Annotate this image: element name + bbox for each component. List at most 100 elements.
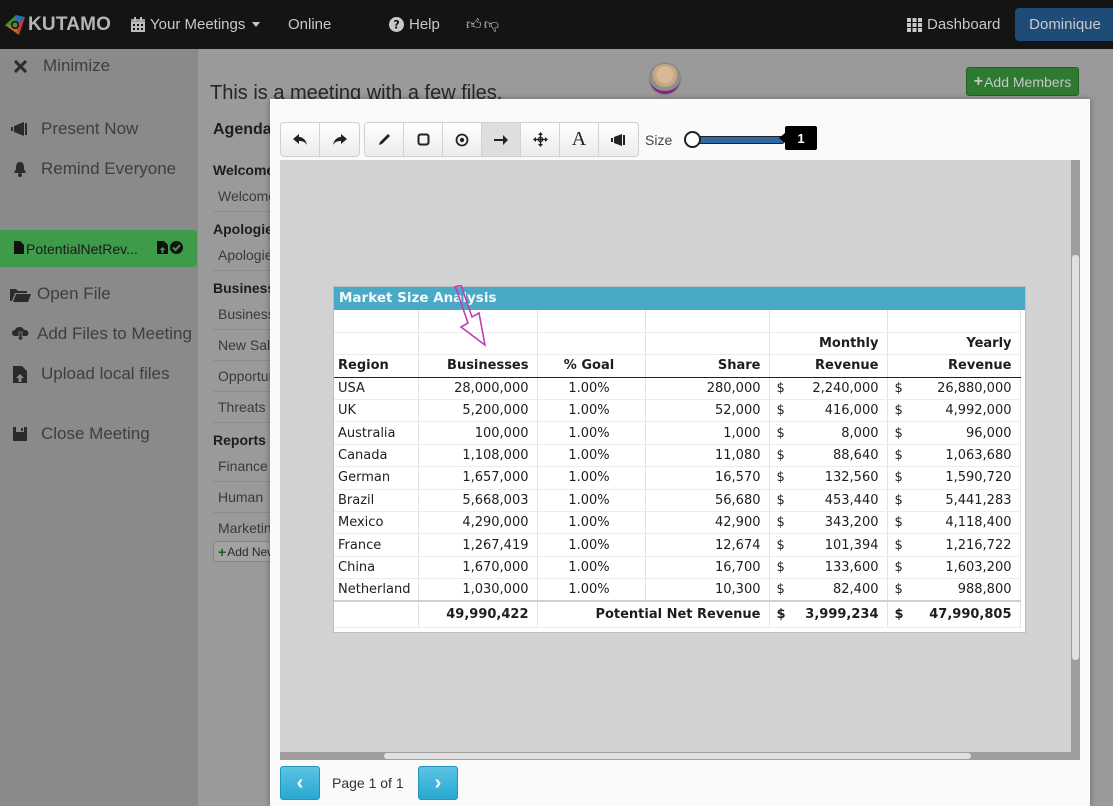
total-yearly: $47,990,805 [887, 600, 1021, 628]
plus-icon: + [218, 543, 227, 560]
redo-button[interactable] [320, 123, 359, 156]
thumbs-up-icon[interactable]: 👍︎ [466, 16, 482, 34]
add-new-label: Add New [227, 544, 273, 559]
brand-logo[interactable]: KUTAMO [4, 0, 111, 49]
file-upload-icon[interactable] [157, 240, 168, 257]
share-cell: 1,000 [645, 421, 770, 445]
pencil-tool-button[interactable] [365, 123, 404, 156]
add-new-agenda-button[interactable]: + Add New [213, 541, 273, 562]
header-cell [334, 332, 419, 356]
kutamo-logo-icon [5, 14, 25, 35]
agenda-item[interactable]: Threats [213, 392, 273, 423]
size-value-tooltip: 1 [779, 126, 817, 150]
agenda-item[interactable]: Marketing [213, 513, 273, 544]
check-circle-icon[interactable] [170, 240, 183, 257]
horizontal-scrollbar[interactable] [280, 752, 1080, 760]
monthly-revenue-cell: $453,440 [769, 489, 888, 513]
minimize-button[interactable]: Minimize [0, 51, 198, 81]
monthly-revenue-cell: $343,200 [769, 511, 888, 535]
share-cell: 10,300 [645, 578, 770, 602]
goal-cell: 1.00% [537, 533, 646, 557]
table-row: USA 28,000,000 1.00% 280,000 $2,240,000 $26,8… [334, 377, 1021, 401]
present-tool-button[interactable] [599, 123, 638, 156]
thumbs-down-icon[interactable]: 👎︎ [484, 16, 499, 34]
agenda-section-title[interactable]: Business [213, 277, 275, 299]
chevron-left-icon: ‹ [296, 771, 304, 794]
agenda-section-title[interactable]: Reports [213, 429, 273, 451]
header-cell: % Goal [537, 354, 646, 378]
agenda-item[interactable]: Human [213, 482, 273, 513]
region-cell: China [334, 556, 419, 580]
agenda-section-title[interactable]: Welcome [213, 159, 274, 181]
caret-down-icon [252, 22, 261, 27]
close-meeting-button[interactable]: Close Meeting [0, 419, 198, 449]
question-circle-icon: ? [389, 17, 404, 32]
businesses-cell: 1,267,419 [418, 533, 538, 557]
total-cell [334, 600, 419, 628]
undo-button[interactable] [281, 123, 320, 156]
businesses-cell: 1,657,000 [418, 466, 538, 490]
table-row: UK 5,200,000 1.00% 52,000 $416,000 $4,992,000 [334, 399, 1021, 423]
monthly-revenue-cell: $2,240,000 [769, 377, 888, 401]
businesses-cell: 4,290,000 [418, 511, 538, 535]
rectangle-tool-button[interactable] [404, 123, 443, 156]
size-slider[interactable] [684, 130, 788, 148]
pagination: ‹ Page 1 of 1 › [280, 766, 458, 800]
online-link[interactable]: Online [288, 0, 331, 49]
minimize-label: Minimize [43, 56, 111, 75]
share-cell: 16,570 [645, 466, 770, 490]
active-file-item[interactable]: PotentialNetRev... [0, 230, 197, 267]
share-cell: 12,674 [645, 533, 770, 557]
open-file-button[interactable]: Open File [0, 279, 198, 309]
agenda-item[interactable]: Welcome [213, 181, 273, 212]
businesses-cell: 1,030,000 [418, 578, 538, 602]
top-navbar: KUTAMO Your Meetings Online ? Help 👍︎ 👎︎… [0, 0, 1113, 49]
size-slider-handle[interactable] [684, 130, 702, 148]
horizontal-scrollbar-thumb[interactable] [384, 753, 971, 759]
agenda-item[interactable]: Business [213, 299, 273, 330]
monthly-revenue-cell: $8,000 [769, 421, 888, 445]
circle-tool-button[interactable] [443, 123, 482, 156]
agenda-item[interactable]: Apologies [213, 240, 273, 271]
undo-icon [293, 133, 307, 145]
businesses-cell: 1,670,000 [418, 556, 538, 580]
next-page-button[interactable]: › [418, 766, 458, 800]
participant-avatar[interactable] [650, 64, 680, 94]
vertical-scrollbar[interactable] [1071, 160, 1080, 758]
table-row: Brazil 5,668,003 1.00% 56,680 $453,440 $5,441… [334, 489, 1021, 513]
agenda-item[interactable]: New Sales [213, 330, 273, 361]
vertical-scrollbar-thumb[interactable] [1072, 255, 1079, 660]
agenda-heading: Agenda [213, 121, 272, 138]
previous-page-button[interactable]: ‹ [280, 766, 320, 800]
text-tool-button[interactable]: A [560, 123, 599, 156]
agenda-item[interactable]: Finance [213, 451, 273, 482]
move-tool-button[interactable] [521, 123, 560, 156]
yearly-revenue-cell: $5,441,283 [887, 489, 1021, 513]
add-files-label: Add Files to Meeting [37, 324, 192, 343]
region-cell: USA [334, 377, 419, 401]
agenda-section-title[interactable]: Apologies [213, 218, 281, 240]
region-cell: Mexico [334, 511, 419, 535]
upload-local-files-button[interactable]: Upload local files [0, 359, 198, 389]
region-cell: Australia [334, 421, 419, 445]
arrow-tool-button[interactable] [482, 123, 521, 156]
help-link[interactable]: ? Help [389, 0, 440, 49]
header-cell: Revenue [887, 354, 1021, 378]
add-members-button[interactable]: + Add Members [966, 67, 1079, 96]
remind-everyone-button[interactable]: Remind Everyone [0, 154, 198, 184]
add-members-label: Add Members [984, 73, 1072, 90]
market-size-table: Monthly Yearly Region Businesses % Goal … [334, 310, 1021, 628]
dashboard-label: Dashboard [927, 16, 1001, 33]
agenda-item[interactable]: Opportunities [213, 361, 273, 392]
total-label: Potential Net Revenue [537, 600, 770, 628]
total-businesses: 49,990,422 [418, 600, 538, 628]
user-menu-button[interactable]: Dominique [1015, 8, 1113, 41]
document-viewport[interactable]: Market Size Analysis Monthly Yearly Regi… [280, 160, 1080, 760]
history-group [280, 122, 360, 157]
present-now-button[interactable]: Present Now [0, 114, 198, 144]
businesses-cell: 5,200,000 [418, 399, 538, 423]
add-files-button[interactable]: Add Files to Meeting [0, 319, 198, 349]
dashboard-link[interactable]: Dashboard [907, 0, 1000, 49]
arrow-annotation[interactable] [452, 285, 492, 350]
your-meetings-dropdown[interactable]: Your Meetings [131, 0, 261, 49]
